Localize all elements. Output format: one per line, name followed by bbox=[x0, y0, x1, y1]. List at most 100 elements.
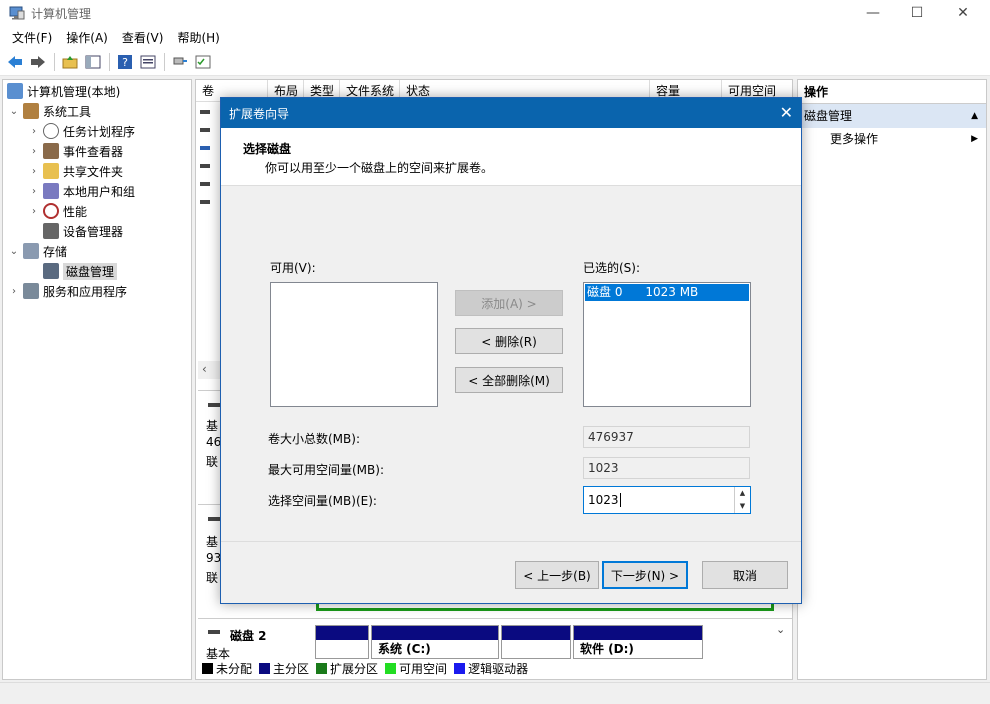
volume-icon bbox=[200, 146, 210, 150]
connect-icon[interactable] bbox=[169, 51, 191, 73]
volume-icon bbox=[200, 182, 210, 186]
legend-item: 逻辑驱动器 bbox=[454, 660, 528, 677]
disk-icon bbox=[208, 517, 220, 521]
volume-icon bbox=[200, 164, 210, 168]
tools-icon bbox=[23, 103, 39, 119]
up-folder-icon[interactable] bbox=[59, 51, 81, 73]
title-bar: 计算机管理 — ☐ ✕ bbox=[0, 0, 990, 26]
disk-management-icon bbox=[43, 263, 59, 279]
partition-block-d[interactable]: 软件 (D:) bbox=[573, 625, 703, 659]
dialog-heading: 选择磁盘 bbox=[243, 142, 292, 156]
tree-item-device-manager[interactable]: 设备管理器 bbox=[27, 221, 123, 241]
partition-c-label: 系统 (C:) bbox=[378, 642, 431, 656]
add-button[interactable]: 添加(A) > bbox=[455, 290, 563, 316]
scroll-down-icon[interactable]: ⌄ bbox=[776, 623, 785, 636]
status-bar bbox=[0, 682, 990, 704]
chevron-right-icon[interactable]: › bbox=[27, 186, 41, 197]
tree-item-event-viewer[interactable]: › 事件查看器 bbox=[27, 141, 123, 161]
toolbar-separator bbox=[109, 52, 110, 71]
checklist-icon[interactable] bbox=[192, 51, 214, 73]
volume-row[interactable] bbox=[200, 193, 214, 211]
maximize-button[interactable]: ☐ bbox=[894, 0, 940, 26]
tree-item-services-apps[interactable]: › 服务和应用程序 bbox=[7, 281, 127, 301]
partition-block-c[interactable]: 系统 (C:) bbox=[371, 625, 499, 659]
show-hide-tree-icon[interactable] bbox=[82, 51, 104, 73]
volume-row[interactable] bbox=[200, 175, 214, 193]
collapse-up-icon[interactable]: ▲ bbox=[971, 104, 978, 128]
remove-all-button[interactable]: < 全部删除(M) bbox=[455, 367, 563, 393]
back-arrow-icon[interactable] bbox=[4, 51, 26, 73]
tree-item-computer-management[interactable]: 计算机管理(本地) bbox=[5, 81, 120, 101]
actions-header: 操作 bbox=[798, 80, 986, 104]
volume-icon bbox=[200, 110, 210, 114]
disk-2-panel[interactable]: 磁盘 2 基本 系统 (C:) 软件 (D:) ⌄ bbox=[198, 618, 792, 661]
clock-icon bbox=[43, 123, 59, 139]
help-icon[interactable]: ? bbox=[114, 51, 136, 73]
tree-item-disk-management[interactable]: 磁盘管理 bbox=[27, 261, 118, 281]
menu-help[interactable]: 帮助(H) bbox=[170, 29, 226, 46]
chevron-right-icon[interactable]: › bbox=[27, 166, 41, 177]
actions-section-disk-management[interactable]: 磁盘管理 ▲ bbox=[798, 104, 986, 128]
storage-icon bbox=[23, 243, 39, 259]
volume-icon bbox=[200, 128, 210, 132]
window-title: 计算机管理 bbox=[31, 6, 92, 21]
tree-item-local-users[interactable]: › 本地用户和组 bbox=[27, 181, 135, 201]
tree-item-task-scheduler[interactable]: › 任务计划程序 bbox=[27, 121, 135, 141]
close-button[interactable]: ✕ bbox=[940, 0, 986, 26]
partition-block[interactable] bbox=[315, 625, 369, 659]
legend: 未分配 主分区 扩展分区 可用空间 逻辑驱动器 bbox=[198, 658, 792, 678]
menu-file[interactable]: 文件(F) bbox=[5, 29, 59, 46]
remove-button[interactable]: < 删除(R) bbox=[455, 328, 563, 354]
scroll-left-icon[interactable]: ‹ bbox=[202, 362, 207, 376]
spin-up-icon[interactable]: ▲ bbox=[735, 487, 750, 500]
spin-down-icon[interactable]: ▼ bbox=[735, 500, 750, 513]
partition-d-label: 软件 (D:) bbox=[580, 642, 634, 656]
max-space-label: 最大可用空间量(MB): bbox=[268, 463, 384, 477]
navigation-tree: 计算机管理(本地) ⌄ 系统工具 › 任务计划程序 › 事件查看器 › 共享文件… bbox=[2, 79, 192, 680]
select-space-label: 选择空间量(MB)(E): bbox=[268, 494, 377, 508]
tree-item-system-tools[interactable]: ⌄ 系统工具 bbox=[7, 101, 91, 121]
menu-view[interactable]: 查看(V) bbox=[115, 29, 171, 46]
chevron-right-icon[interactable]: › bbox=[7, 286, 21, 297]
next-button[interactable]: 下一步(N) > bbox=[602, 561, 688, 589]
tree-item-shared-folders[interactable]: › 共享文件夹 bbox=[27, 161, 123, 181]
legend-item: 未分配 bbox=[202, 660, 252, 677]
services-icon bbox=[23, 283, 39, 299]
selected-listbox[interactable]: 磁盘 0 1023 MB bbox=[583, 282, 751, 407]
chevron-right-icon[interactable]: › bbox=[27, 206, 41, 217]
dialog-close-icon[interactable]: ✕ bbox=[780, 103, 793, 122]
volume-row[interactable] bbox=[200, 121, 214, 139]
cancel-button[interactable]: 取消 bbox=[702, 561, 788, 589]
back-button[interactable]: < 上一步(B) bbox=[515, 561, 599, 589]
partition-block[interactable] bbox=[501, 625, 571, 659]
selected-disk-item[interactable]: 磁盘 0 1023 MB bbox=[585, 284, 749, 301]
available-label: 可用(V): bbox=[270, 261, 316, 275]
total-size-label: 卷大小总数(MB): bbox=[268, 432, 360, 446]
properties-icon[interactable] bbox=[137, 51, 159, 73]
legend-swatch bbox=[202, 662, 213, 674]
disk-icon bbox=[208, 403, 220, 407]
menu-bar: 文件(F) 操作(A) 查看(V) 帮助(H) bbox=[0, 26, 990, 48]
chevron-down-icon[interactable]: ⌄ bbox=[7, 106, 21, 117]
event-viewer-icon bbox=[43, 143, 59, 159]
performance-icon bbox=[43, 203, 59, 219]
minimize-button[interactable]: — bbox=[850, 0, 896, 26]
volume-row[interactable] bbox=[200, 139, 214, 157]
available-listbox[interactable] bbox=[270, 282, 438, 407]
disk-icon bbox=[208, 630, 220, 634]
more-actions-item[interactable]: 更多操作 ▶ bbox=[798, 128, 986, 150]
chevron-down-icon[interactable]: ⌄ bbox=[7, 246, 21, 257]
volume-row[interactable] bbox=[200, 103, 214, 121]
svg-text:?: ? bbox=[122, 56, 128, 69]
spin-buttons[interactable]: ▲ ▼ bbox=[734, 487, 750, 513]
menu-action[interactable]: 操作(A) bbox=[59, 29, 115, 46]
legend-swatch bbox=[385, 662, 397, 674]
chevron-right-icon[interactable]: › bbox=[27, 126, 41, 137]
chevron-right-icon[interactable]: › bbox=[27, 146, 41, 157]
forward-arrow-icon[interactable] bbox=[27, 51, 49, 73]
users-icon bbox=[43, 183, 59, 199]
select-space-input[interactable]: 1023 ▲ ▼ bbox=[583, 486, 751, 514]
tree-item-performance[interactable]: › 性能 bbox=[27, 201, 87, 221]
volume-row[interactable] bbox=[200, 157, 214, 175]
tree-item-storage[interactable]: ⌄ 存储 bbox=[7, 241, 67, 261]
